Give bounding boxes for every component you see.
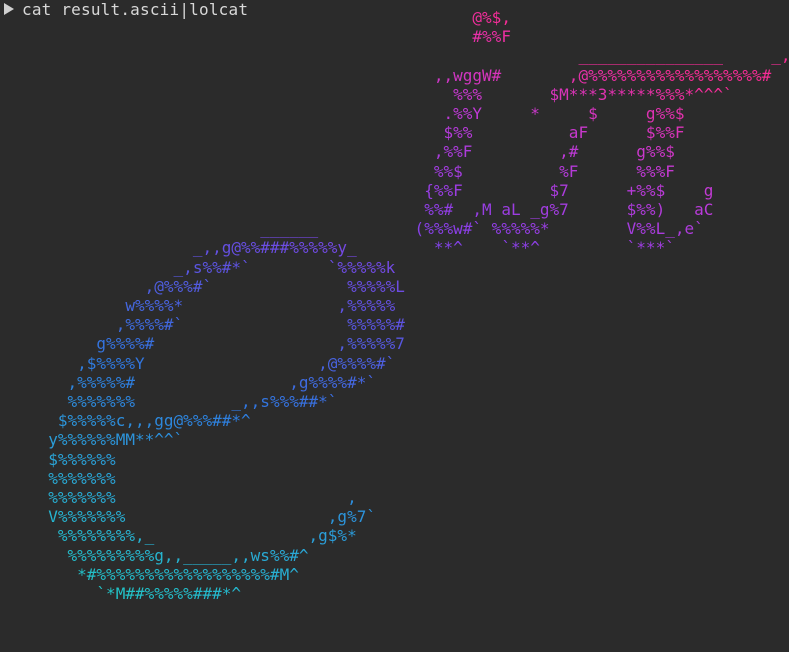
- ascii-line: %%% $M***3*****%%%*^^^`: [453, 84, 733, 104]
- ascii-line: %%%%%%% _,,s%%%##*`: [67, 392, 338, 412]
- ascii-line: %%%%%%%%%g,,_____,,ws%%#^: [67, 545, 309, 565]
- ascii-line: .%%Y * $ g%%$: [443, 104, 685, 124]
- ascii-line: $%%%%%%: [48, 449, 116, 469]
- ascii-line: %%$ %F %%%F: [433, 161, 675, 181]
- ascii-line: y%%%%%%MM**^^`: [48, 430, 184, 450]
- ascii-line: ,@%%%#` %%%%%L: [144, 276, 405, 296]
- ascii-line: %%# ,M aL _g%7 $%%) aC: [424, 200, 714, 220]
- ascii-line: ,,wggW# ,@%%%%%%%%%%%%%%%%%%#: [433, 65, 772, 85]
- ascii-line: #%%F: [472, 27, 511, 47]
- ascii-line: *#%%%%%%%%%%%%%%%%%%#M^: [77, 564, 299, 584]
- ascii-line: _,,g@%%###%%%%%y_ **^ `**^ `***`: [192, 238, 675, 258]
- ascii-line: ,$%%%%Y ,@%%%%#`: [77, 353, 396, 373]
- ascii-line: $%% aF $%%F: [443, 123, 685, 143]
- ascii-art-output: @%$, #%%F _______________ _, ,,wggW# ,@: [0, 8, 789, 603]
- ascii-line: V%%%%%%% ,g%7`: [48, 507, 376, 527]
- ascii-line: @%$,: [472, 8, 511, 27]
- ascii-line: %%%%%%%%,_ ,g$%*: [57, 526, 357, 546]
- ascii-line: %%%%%%%: [48, 468, 116, 488]
- ascii-line: ,%%F ,# g%%$: [433, 142, 675, 162]
- ascii-line: g%%%%# ,%%%%%7: [96, 334, 405, 354]
- terminal-window: cat result.ascii|lolcat @%$, #%%F ______…: [0, 0, 789, 652]
- ascii-line: ______ (%%%w#` %%%%%* V%%L_,e`: [260, 219, 704, 239]
- ascii-line: `*M##%%%%%###*^: [96, 584, 242, 604]
- ascii-line: $%%%%%c,,,gg@%%%##*^: [57, 411, 251, 431]
- ascii-line: {%%F $7 +%%$ g: [424, 180, 714, 200]
- ascii-line: %%%%%%% ,: [48, 488, 357, 508]
- ascii-line: ,%%%%#` %%%%%#: [115, 315, 405, 335]
- ascii-line: _,s%%#*` `%%%%%k: [173, 257, 396, 277]
- ascii-line: ,%%%%%# ,g%%%%#*`: [67, 372, 376, 392]
- ascii-line: w%%%%* ,%%%%%: [125, 296, 396, 316]
- ascii-line: _______________ _,: [578, 46, 789, 66]
